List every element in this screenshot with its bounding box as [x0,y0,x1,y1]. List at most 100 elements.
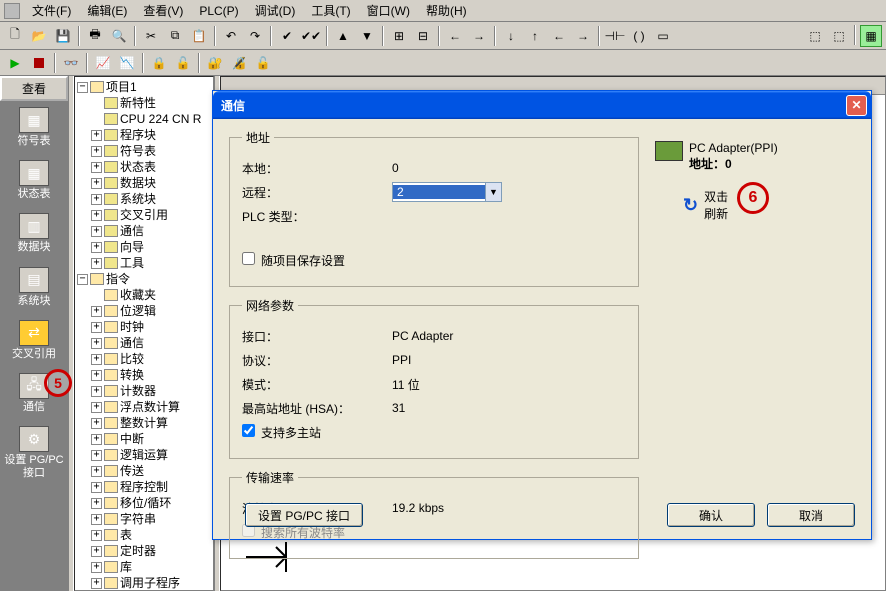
run-button[interactable]: ▶ [4,52,26,74]
sidebar-item-data-block[interactable]: ▥ 数据块 [0,207,68,260]
copy-button[interactable]: ⧉ [164,25,186,47]
tree-item[interactable]: +时钟 [77,319,211,335]
download-button[interactable]: ▼ [356,25,378,47]
nav-fwd-button[interactable]: → [468,25,490,47]
menu-file[interactable]: 文件(F) [24,0,79,21]
lock3-button[interactable]: 🔓 [252,52,274,74]
dialog-titlebar[interactable]: 通信 ✕ [213,91,871,119]
expand-icon[interactable]: + [91,178,102,189]
menu-window[interactable]: 窗口(W) [359,0,418,21]
menu-tools[interactable]: 工具(T) [303,0,358,21]
project-tree[interactable]: −项目1 新特性CPU 224 CN R+程序块+符号表+状态表+数据块+系统块… [74,76,214,591]
status-button[interactable]: ▦ [860,25,882,47]
menu-debug[interactable]: 调试(D) [247,0,304,21]
undo-button[interactable]: ↶ [220,25,242,47]
insert-net-button[interactable]: ⊞ [388,25,410,47]
redo-button[interactable]: ↷ [244,25,266,47]
tree-item[interactable]: +移位/循环 [77,495,211,511]
expand-icon[interactable]: + [91,418,102,429]
line-right-button[interactable]: → [572,25,594,47]
unforce-button[interactable]: 🔓 [172,52,194,74]
expand-icon[interactable]: + [91,498,102,509]
expand-icon[interactable]: + [91,146,102,157]
remote-combo[interactable]: 2 ▼ [392,182,502,202]
lock1-button[interactable]: 🔐 [204,52,226,74]
force-button[interactable]: 🔒 [148,52,170,74]
menu-edit[interactable]: 编辑(E) [79,0,135,21]
tree-item[interactable]: +通信 [77,223,211,239]
tree-item[interactable]: CPU 224 CN R [77,111,211,127]
expand-icon[interactable]: + [91,466,102,477]
tree-item[interactable]: +字符串 [77,511,211,527]
tree-item[interactable]: +调用子程序 [77,575,211,591]
compile-button[interactable]: ✔ [276,25,298,47]
tree-item[interactable]: +表 [77,527,211,543]
expand-icon[interactable]: + [91,370,102,381]
expand-icon[interactable]: + [91,514,102,525]
expand-icon[interactable]: + [91,194,102,205]
tree-item[interactable]: +系统块 [77,191,211,207]
expand-icon[interactable]: + [91,530,102,541]
expand-icon[interactable]: + [91,450,102,461]
paste-button[interactable]: 📋 [188,25,210,47]
stop-button[interactable] [28,52,50,74]
tree-item[interactable]: +整数计算 [77,415,211,431]
expand-icon[interactable]: + [91,434,102,445]
expand-icon[interactable]: + [91,306,102,317]
tree-item[interactable]: +数据块 [77,175,211,191]
chart-button[interactable]: 📈 [92,52,114,74]
save-button[interactable]: 💾 [52,25,74,47]
tree-item[interactable]: +浮点数计算 [77,399,211,415]
expand-icon[interactable]: + [91,482,102,493]
cancel-button[interactable]: 取消 [767,503,855,527]
delete-net-button[interactable]: ⊟ [412,25,434,47]
new-button[interactable]: 🗋 [4,25,26,47]
sidebar-item-system-block[interactable]: ▤ 系统块 [0,261,68,314]
tree-item[interactable]: 新特性 [77,95,211,111]
tree-item[interactable]: +传送 [77,463,211,479]
expand-icon[interactable]: + [91,210,102,221]
set-pgpc-button[interactable]: 设置 PG/PC 接口 [245,503,363,527]
tool-b-button[interactable]: ⬚ [828,25,850,47]
chevron-down-icon[interactable]: ▼ [485,183,501,201]
tree-item[interactable]: 收藏夹 [77,287,211,303]
coil-button[interactable]: ( ) [628,25,650,47]
monitor-button[interactable]: 👓 [60,52,82,74]
tree-item[interactable]: +转换 [77,367,211,383]
tree-item[interactable]: +符号表 [77,143,211,159]
tree-commands-root[interactable]: 指令 [106,271,130,287]
expand-icon[interactable]: + [91,322,102,333]
tree-item[interactable]: +定时器 [77,543,211,559]
close-button[interactable]: ✕ [846,95,867,116]
line-up-button[interactable]: ↑ [524,25,546,47]
tree-item[interactable]: +程序块 [77,127,211,143]
box-button[interactable]: ▭ [652,25,674,47]
menu-plc[interactable]: PLC(P) [191,2,246,20]
tree-item[interactable]: +计数器 [77,383,211,399]
tree-item[interactable]: +工具 [77,255,211,271]
tree-project-root[interactable]: 项目1 [106,79,137,95]
sidebar-item-cross-ref[interactable]: ⇄ 交叉引用 [0,314,68,367]
tree-item[interactable]: +通信 [77,335,211,351]
line-left-button[interactable]: ← [548,25,570,47]
sidebar-item-communication[interactable]: 🖧 通信 5 [0,367,68,420]
sidebar-item-status-chart[interactable]: ▦ 状态表 [0,154,68,207]
cut-button[interactable]: ✂ [140,25,162,47]
menu-view[interactable]: 查看(V) [135,0,191,21]
expand-icon[interactable]: + [91,354,102,365]
multi-master-checkbox[interactable]: 支持多主站 [242,424,321,441]
preview-button[interactable]: 🔍 [108,25,130,47]
nav-back-button[interactable]: ← [444,25,466,47]
sidebar-item-symbol-table[interactable]: ▦ 符号表 [0,101,68,154]
lock2-button[interactable]: 🔏 [228,52,250,74]
tree-item[interactable]: +交叉引用 [77,207,211,223]
contact-button[interactable]: ⊣⊢ [604,25,626,47]
expand-icon[interactable]: + [91,546,102,557]
open-button[interactable]: 📂 [28,25,50,47]
sidebar-item-pgpc[interactable]: ⚙ 设置 PG/PC 接口 [0,420,68,486]
save-with-project-checkbox[interactable]: 随项目保存设置 [242,252,345,269]
tree-item[interactable]: +逻辑运算 [77,447,211,463]
expand-icon[interactable]: + [91,386,102,397]
compile-all-button[interactable]: ✔✔ [300,25,322,47]
expand-icon[interactable]: + [91,402,102,413]
